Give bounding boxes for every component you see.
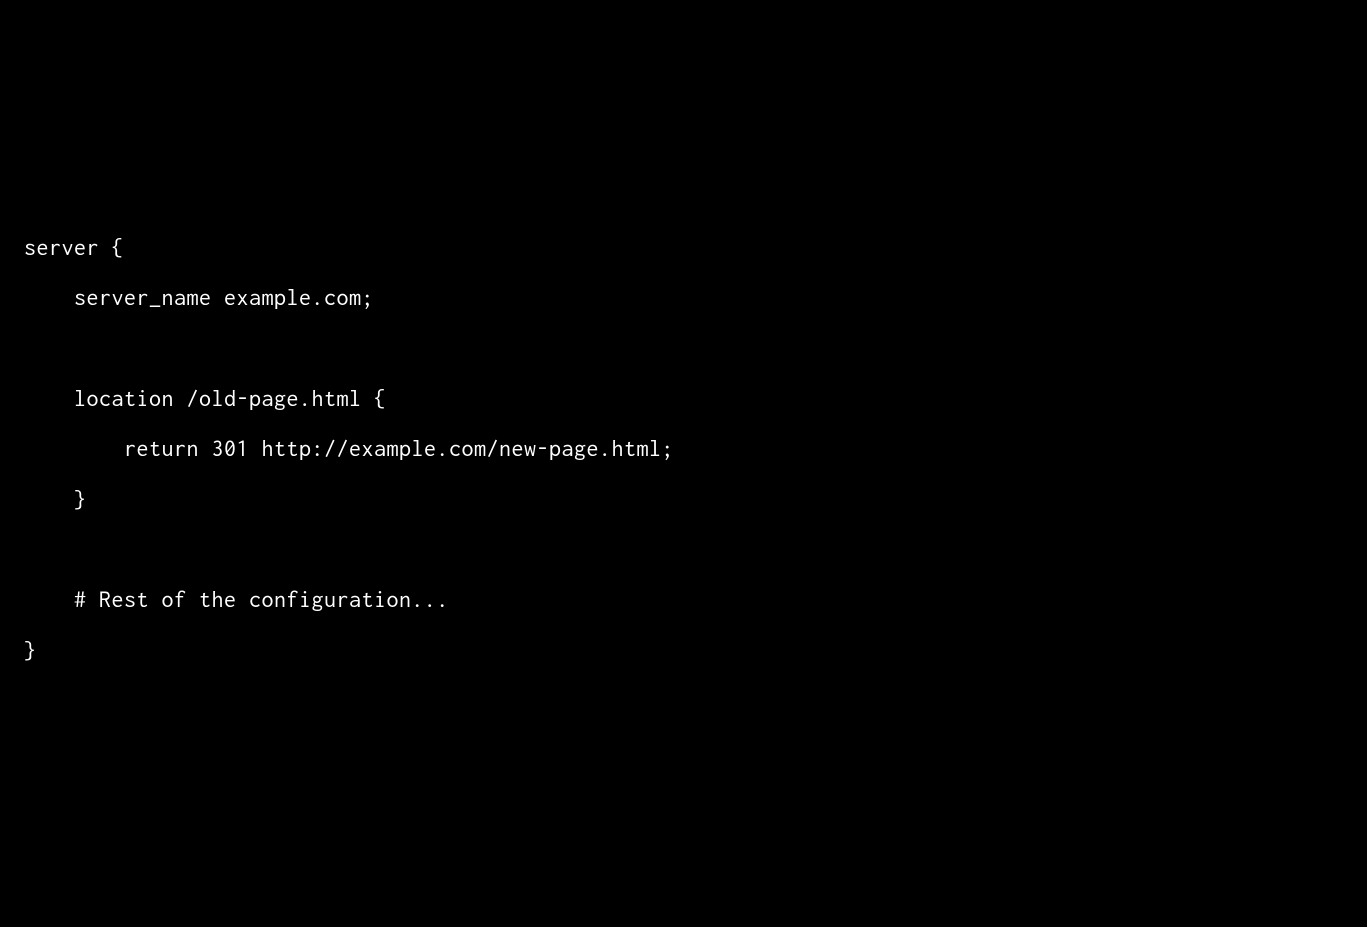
code-line: return 301 http://example.com/new-page.h… bbox=[24, 435, 674, 461]
code-line: } bbox=[24, 486, 87, 512]
code-line: server { bbox=[24, 234, 124, 260]
code-line: # Rest of the configuration... bbox=[24, 586, 449, 612]
code-block: server { server_name example.com; locati… bbox=[24, 222, 1343, 676]
code-line: location /old-page.html { bbox=[24, 385, 387, 411]
code-line: server_name example.com; bbox=[24, 284, 374, 310]
code-line: } bbox=[24, 637, 37, 663]
